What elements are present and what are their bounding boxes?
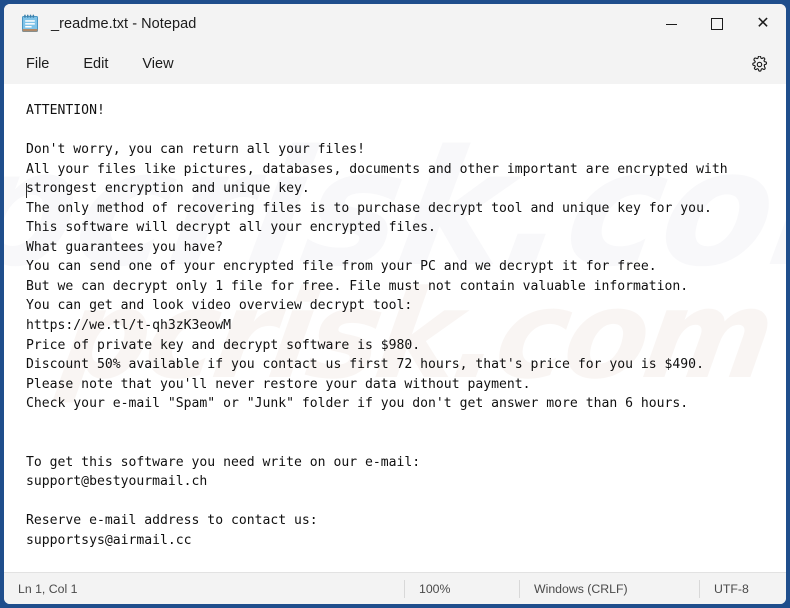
status-line-endings[interactable]: Windows (CRLF) [519,579,699,598]
menu-item-view[interactable]: View [130,51,185,77]
menu-bar: File Edit View [4,44,786,84]
status-zoom-level[interactable]: 100% [404,579,519,598]
close-icon: ✕ [756,15,770,32]
status-cursor-position: Ln 1, Col 1 [18,581,78,596]
text-caret [26,183,27,198]
notepad-window: _readme.txt - Notepad ✕ File Edit View p… [0,0,790,608]
gear-icon [751,55,767,72]
status-encoding[interactable]: UTF-8 [699,579,786,598]
note-text-content[interactable]: ATTENTION! Don't worry, you can return a… [4,84,786,572]
minimize-button[interactable] [648,4,694,44]
menu-item-file[interactable]: File [14,51,61,77]
menu-item-edit[interactable]: Edit [71,51,120,77]
text-editor-area[interactable]: pcrisk.com pcrisk.com ATTENTION! Don't w… [4,84,786,572]
window-title: _readme.txt - Notepad [51,16,197,32]
title-bar: _readme.txt - Notepad ✕ [4,4,786,44]
minimize-icon [665,23,677,25]
maximize-icon [711,18,723,30]
notepad-icon [21,14,39,34]
settings-button[interactable] [744,50,774,78]
window-controls: ✕ [648,4,786,44]
status-bar: Ln 1, Col 1 100% Windows (CRLF) UTF-8 [4,572,786,604]
close-button[interactable]: ✕ [740,4,786,44]
maximize-button[interactable] [694,4,740,44]
